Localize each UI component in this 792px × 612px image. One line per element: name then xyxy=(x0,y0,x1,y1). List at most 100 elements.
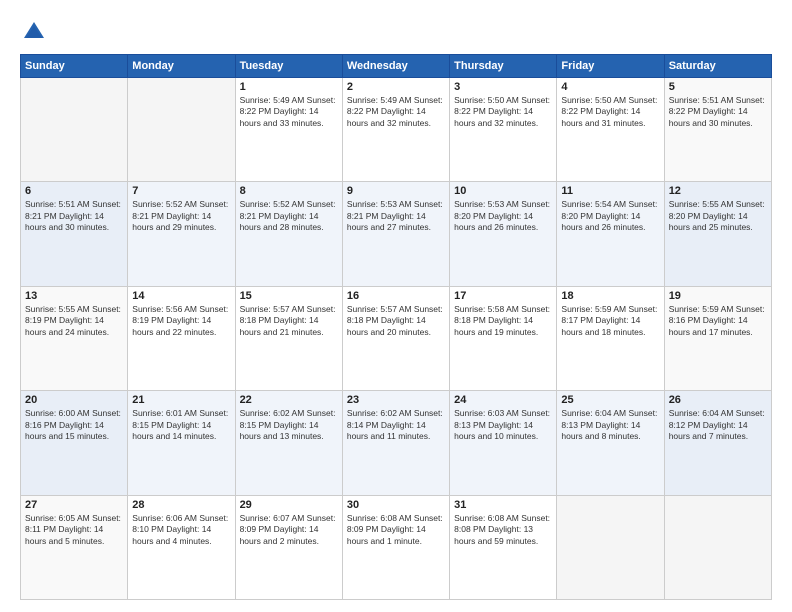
calendar-week-1: 1 Sunrise: 5:49 AM Sunset: 8:22 PM Daylig… xyxy=(21,78,772,182)
cell-content: Sunrise: 5:57 AM Sunset: 8:18 PM Dayligh… xyxy=(347,304,445,338)
calendar-cell xyxy=(128,78,235,182)
calendar-week-4: 20 Sunrise: 6:00 AM Sunset: 8:16 PM Dayli… xyxy=(21,391,772,495)
day-number: 13 xyxy=(25,290,123,302)
day-header-saturday: Saturday xyxy=(664,55,771,78)
day-number: 23 xyxy=(347,394,445,406)
calendar-cell: 15Sunrise: 5:57 AM Sunset: 8:18 PM Dayli… xyxy=(235,286,342,390)
calendar-week-5: 27 Sunrise: 6:05 AM Sunset: 8:11 PM Dayli… xyxy=(21,495,772,599)
calendar-table: SundayMondayTuesdayWednesdayThursdayFrid… xyxy=(20,54,772,600)
cell-content: Sunrise: 6:05 AM Sunset: 8:11 PM Dayligh… xyxy=(25,513,123,547)
calendar-cell xyxy=(21,78,128,182)
cell-content: Sunrise: 5:53 AM Sunset: 8:21 PM Dayligh… xyxy=(347,199,445,233)
day-header-monday: Monday xyxy=(128,55,235,78)
calendar-week-2: 6 Sunrise: 5:51 AM Sunset: 8:21 PM Daylig… xyxy=(21,182,772,286)
day-number: 15 xyxy=(240,290,338,302)
calendar-week-3: 13 Sunrise: 5:55 AM Sunset: 8:19 PM Dayli… xyxy=(21,286,772,390)
calendar-cell: 25 Sunrise: 6:04 AM Sunset: 8:13 PM Dayli… xyxy=(557,391,664,495)
calendar-cell: 29 Sunrise: 6:07 AM Sunset: 8:09 PM Dayli… xyxy=(235,495,342,599)
cell-content: Sunrise: 6:03 AM Sunset: 8:13 PM Dayligh… xyxy=(454,408,552,442)
day-number: 1 xyxy=(240,81,338,93)
calendar-cell: 30 Sunrise: 6:08 AM Sunset: 8:09 PM Dayli… xyxy=(342,495,449,599)
day-number: 24 xyxy=(454,394,552,406)
day-number: 8 xyxy=(240,185,338,197)
day-number: 21 xyxy=(132,394,230,406)
day-number: 5 xyxy=(669,81,767,93)
cell-content: Sunrise: 5:50 AM Sunset: 8:22 PM Dayligh… xyxy=(561,95,659,129)
calendar-cell: 17 Sunrise: 5:58 AM Sunset: 8:18 PM Dayli… xyxy=(450,286,557,390)
calendar-cell: 19Sunrise: 5:59 AM Sunset: 8:16 PM Dayli… xyxy=(664,286,771,390)
calendar-cell xyxy=(664,495,771,599)
calendar-cell: 7 Sunrise: 5:52 AM Sunset: 8:21 PM Daylig… xyxy=(128,182,235,286)
calendar-cell: 27 Sunrise: 6:05 AM Sunset: 8:11 PM Dayli… xyxy=(21,495,128,599)
logo xyxy=(20,18,52,46)
day-number: 14 xyxy=(132,290,230,302)
calendar-cell: 26 Sunrise: 6:04 AM Sunset: 8:12 PM Dayli… xyxy=(664,391,771,495)
calendar-cell: 16 Sunrise: 5:57 AM Sunset: 8:18 PM Dayli… xyxy=(342,286,449,390)
day-number: 10 xyxy=(454,185,552,197)
day-number: 26 xyxy=(669,394,767,406)
day-number: 31 xyxy=(454,499,552,511)
day-number: 22 xyxy=(240,394,338,406)
cell-content: Sunrise: 5:53 AM Sunset: 8:20 PM Dayligh… xyxy=(454,199,552,233)
day-header-friday: Friday xyxy=(557,55,664,78)
day-number: 16 xyxy=(347,290,445,302)
day-header-thursday: Thursday xyxy=(450,55,557,78)
cell-content: Sunrise: 5:49 AM Sunset: 8:22 PM Dayligh… xyxy=(240,95,338,129)
day-number: 6 xyxy=(25,185,123,197)
day-number: 3 xyxy=(454,81,552,93)
day-number: 4 xyxy=(561,81,659,93)
calendar-cell: 8 Sunrise: 5:52 AM Sunset: 8:21 PM Daylig… xyxy=(235,182,342,286)
day-number: 11 xyxy=(561,185,659,197)
cell-content: Sunrise: 6:07 AM Sunset: 8:09 PM Dayligh… xyxy=(240,513,338,547)
calendar-cell xyxy=(557,495,664,599)
cell-content: Sunrise: 5:49 AM Sunset: 8:22 PM Dayligh… xyxy=(347,95,445,129)
day-number: 7 xyxy=(132,185,230,197)
cell-content: Sunrise: 6:04 AM Sunset: 8:13 PM Dayligh… xyxy=(561,408,659,442)
day-header-wednesday: Wednesday xyxy=(342,55,449,78)
day-number: 17 xyxy=(454,290,552,302)
page: SundayMondayTuesdayWednesdayThursdayFrid… xyxy=(0,0,792,612)
calendar-cell: 24 Sunrise: 6:03 AM Sunset: 8:13 PM Dayli… xyxy=(450,391,557,495)
day-number: 18 xyxy=(561,290,659,302)
cell-content: Sunrise: 5:59 AM Sunset: 8:17 PM Dayligh… xyxy=(561,304,659,338)
day-number: 12 xyxy=(669,185,767,197)
calendar-cell: 21 Sunrise: 6:01 AM Sunset: 8:15 PM Dayli… xyxy=(128,391,235,495)
calendar-cell: 20 Sunrise: 6:00 AM Sunset: 8:16 PM Dayli… xyxy=(21,391,128,495)
cell-content: Sunrise: 5:52 AM Sunset: 8:21 PM Dayligh… xyxy=(240,199,338,233)
calendar-cell: 1 Sunrise: 5:49 AM Sunset: 8:22 PM Daylig… xyxy=(235,78,342,182)
day-header-tuesday: Tuesday xyxy=(235,55,342,78)
calendar-header-row: SundayMondayTuesdayWednesdayThursdayFrid… xyxy=(21,55,772,78)
cell-content: Sunrise: 6:01 AM Sunset: 8:15 PM Dayligh… xyxy=(132,408,230,442)
cell-content: Sunrise: 5:56 AM Sunset: 8:19 PM Dayligh… xyxy=(132,304,230,338)
cell-content: Sunrise: 5:55 AM Sunset: 8:19 PM Dayligh… xyxy=(25,304,123,338)
day-number: 30 xyxy=(347,499,445,511)
calendar-cell: 14 Sunrise: 5:56 AM Sunset: 8:19 PM Dayli… xyxy=(128,286,235,390)
calendar-cell: 6 Sunrise: 5:51 AM Sunset: 8:21 PM Daylig… xyxy=(21,182,128,286)
cell-content: Sunrise: 6:08 AM Sunset: 8:08 PM Dayligh… xyxy=(454,513,552,547)
calendar-cell: 13 Sunrise: 5:55 AM Sunset: 8:19 PM Dayli… xyxy=(21,286,128,390)
day-number: 29 xyxy=(240,499,338,511)
cell-content: Sunrise: 5:50 AM Sunset: 8:22 PM Dayligh… xyxy=(454,95,552,129)
day-number: 25 xyxy=(561,394,659,406)
calendar-cell: 4 Sunrise: 5:50 AM Sunset: 8:22 PM Daylig… xyxy=(557,78,664,182)
cell-content: Sunrise: 6:00 AM Sunset: 8:16 PM Dayligh… xyxy=(25,408,123,442)
calendar-cell: 5Sunrise: 5:51 AM Sunset: 8:22 PM Daylig… xyxy=(664,78,771,182)
calendar-cell: 10 Sunrise: 5:53 AM Sunset: 8:20 PM Dayli… xyxy=(450,182,557,286)
calendar-cell: 12Sunrise: 5:55 AM Sunset: 8:20 PM Dayli… xyxy=(664,182,771,286)
day-header-sunday: Sunday xyxy=(21,55,128,78)
cell-content: Sunrise: 5:59 AM Sunset: 8:16 PM Dayligh… xyxy=(669,304,767,338)
calendar-cell: 18 Sunrise: 5:59 AM Sunset: 8:17 PM Dayli… xyxy=(557,286,664,390)
cell-content: Sunrise: 5:52 AM Sunset: 8:21 PM Dayligh… xyxy=(132,199,230,233)
cell-content: Sunrise: 5:51 AM Sunset: 8:21 PM Dayligh… xyxy=(25,199,123,233)
cell-content: Sunrise: 6:06 AM Sunset: 8:10 PM Dayligh… xyxy=(132,513,230,547)
header xyxy=(20,18,772,46)
calendar-cell: 11 Sunrise: 5:54 AM Sunset: 8:20 PM Dayli… xyxy=(557,182,664,286)
day-number: 27 xyxy=(25,499,123,511)
day-number: 20 xyxy=(25,394,123,406)
logo-icon xyxy=(20,18,48,46)
cell-content: Sunrise: 6:02 AM Sunset: 8:14 PM Dayligh… xyxy=(347,408,445,442)
cell-content: Sunrise: 5:54 AM Sunset: 8:20 PM Dayligh… xyxy=(561,199,659,233)
cell-content: Sunrise: 5:58 AM Sunset: 8:18 PM Dayligh… xyxy=(454,304,552,338)
cell-content: Sunrise: 6:08 AM Sunset: 8:09 PM Dayligh… xyxy=(347,513,445,547)
cell-content: Sunrise: 6:04 AM Sunset: 8:12 PM Dayligh… xyxy=(669,408,767,442)
